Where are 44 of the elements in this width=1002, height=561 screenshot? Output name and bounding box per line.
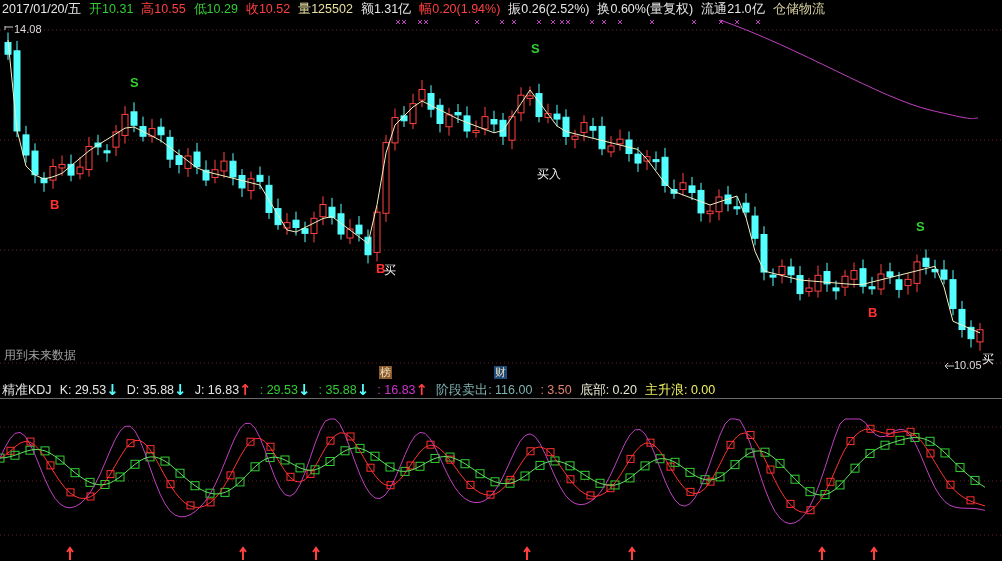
indicator-value: 主升浪: 0.00	[644, 381, 716, 399]
buy-signal: B	[868, 306, 878, 319]
indicator-value: : 35.88	[318, 381, 357, 399]
sell-signal: S	[130, 76, 139, 89]
sector-label: 仓储物流	[772, 1, 825, 18]
quote-field: 高10.55	[141, 0, 186, 18]
sell-signal: S	[531, 42, 540, 55]
indicator-value: D: 35.88	[126, 381, 175, 399]
indicator-value: : 3.50	[540, 381, 572, 399]
signal-text: 买	[982, 353, 994, 365]
trend-arrow: ↓	[356, 380, 370, 399]
sell-signal: S	[916, 220, 925, 233]
quote-field: 振0.26(2.52%)	[508, 0, 590, 18]
date-label: 2017/01/20/五	[2, 1, 82, 18]
quote-field: 收10.52	[245, 0, 291, 18]
event-tag: 财	[494, 366, 507, 379]
price-label: 14.08	[14, 24, 42, 35]
quote-field: 开10.31	[89, 0, 134, 18]
signal-text: 买	[384, 264, 396, 276]
trend-arrow: ↑	[415, 380, 429, 399]
quote-field: 幅0.20(1.94%)	[419, 0, 501, 18]
signal-text: 买入	[537, 168, 561, 180]
quote-field: 额1.31亿	[360, 0, 412, 18]
indicator-value: : 29.53	[259, 381, 298, 399]
indicator-value: 精准KDJ	[2, 381, 52, 399]
trend-arrow: ↓	[174, 380, 187, 399]
price-label: 10.05	[954, 360, 982, 371]
buy-signal: B	[376, 262, 386, 275]
event-tag: 榜	[379, 366, 392, 379]
indicator-value: 阶段卖出: 116.00	[436, 381, 533, 399]
quote-field: 流通21.0亿	[701, 0, 765, 18]
trend-arrow: ↓	[297, 380, 311, 399]
indicator-value: K: 29.53	[59, 381, 107, 399]
indicator-value: : 16.83	[377, 381, 416, 399]
trend-arrow: ↓	[106, 380, 119, 399]
quote-field: 换0.60%(量复权)	[597, 0, 694, 18]
buy-signal: B	[50, 198, 60, 211]
indicator-value: J: 16.83	[194, 381, 240, 399]
indicator-value: 底部: 0.20	[579, 381, 637, 399]
trend-arrow: ↑	[239, 380, 252, 399]
quote-field: 低10.29	[193, 0, 238, 18]
notice-text: 用到未来数据	[4, 349, 76, 361]
left-arrow-icon	[944, 361, 954, 370]
quote-field: 量125502	[298, 0, 353, 18]
